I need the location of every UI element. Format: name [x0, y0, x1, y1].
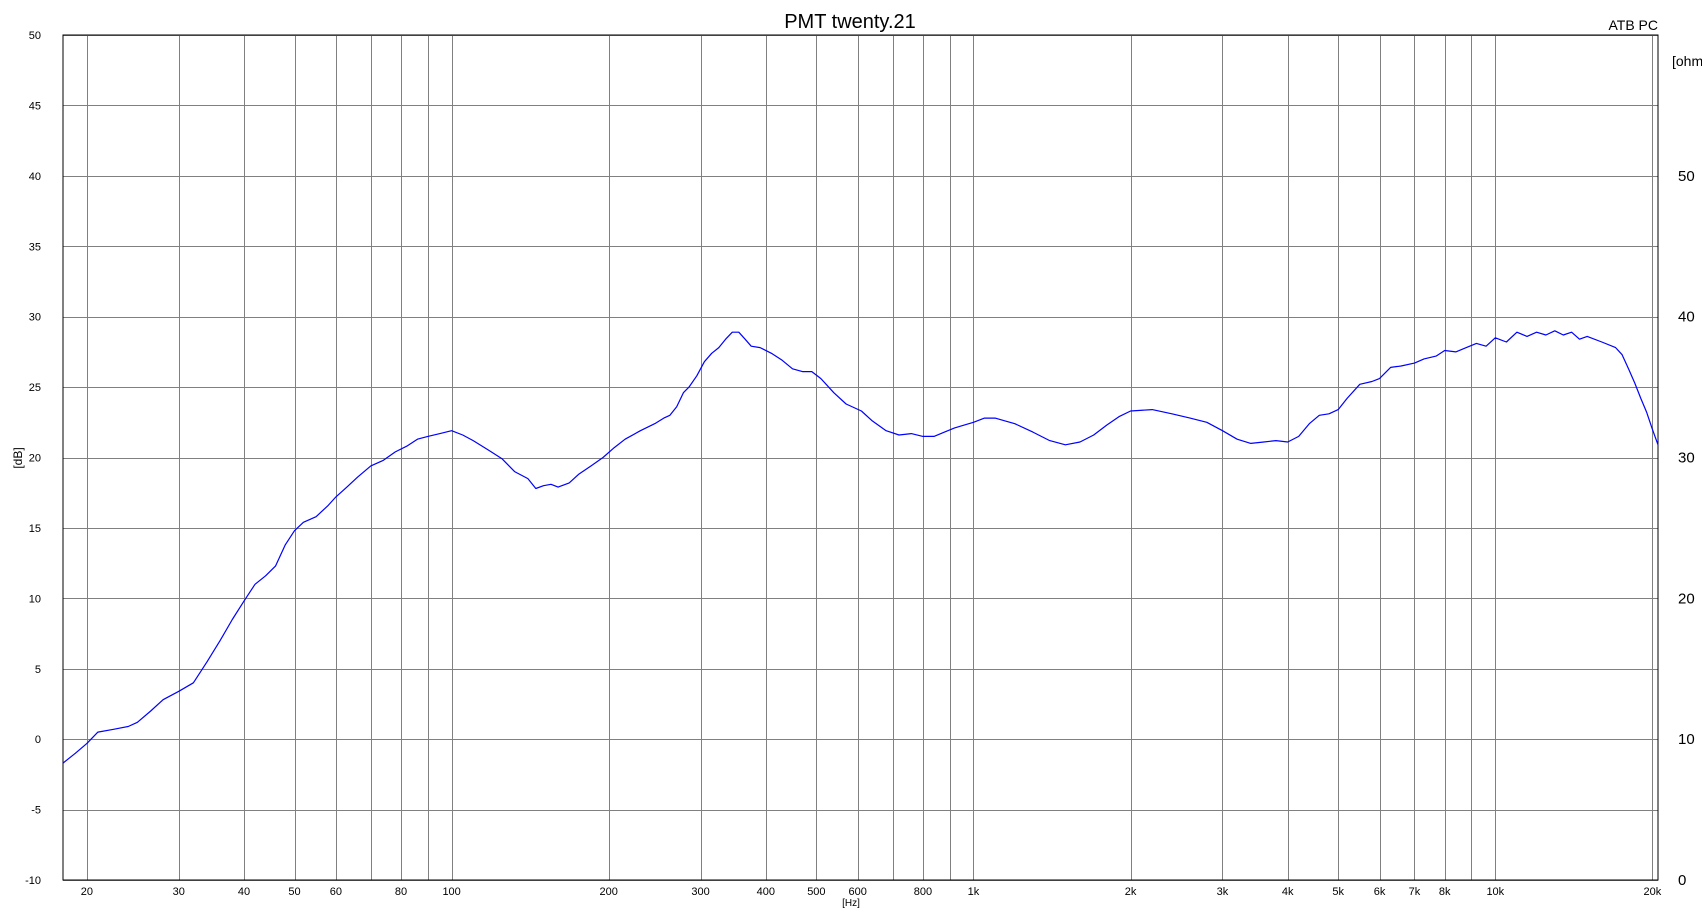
x-tick-label: 80: [395, 886, 407, 898]
y-tick-label: 30: [29, 312, 41, 324]
y2-tick-label: 10: [1678, 731, 1695, 748]
x-tick-label: 1k: [968, 886, 980, 898]
y-gridlines: [63, 35, 1658, 881]
x-tick-label: 60: [330, 886, 342, 898]
y-tick-label: 20: [29, 453, 41, 465]
x-tick-label: 10k: [1486, 886, 1504, 898]
corner-label: ATB PC: [1608, 17, 1658, 33]
x-tick-label: 30: [173, 886, 185, 898]
chart-title: PMT twenty.21: [784, 11, 916, 33]
x-tick-label: 20k: [1644, 886, 1662, 898]
response-curve: [62, 330, 1659, 764]
y2-tick-label: 40: [1678, 309, 1695, 326]
x-tick-label: 50: [288, 886, 300, 898]
y-tick-label: 40: [29, 171, 41, 183]
y-tick-label: 5: [35, 664, 41, 676]
x-tick-label: 3k: [1217, 886, 1229, 898]
y-tick-label: 25: [29, 382, 41, 394]
y-tick-label: 0: [35, 734, 41, 746]
y2-tick-label: 50: [1678, 168, 1695, 185]
series-layer: [62, 330, 1659, 764]
x-tick-label: 6k: [1374, 886, 1386, 898]
x-tick-label: 4k: [1282, 886, 1294, 898]
y2-tick-label: 30: [1678, 450, 1695, 467]
x-tick-label: 20: [81, 886, 93, 898]
x-tick-label: 400: [757, 886, 775, 898]
x-tick-label: 7k: [1409, 886, 1421, 898]
x-tick-label: 500: [807, 886, 825, 898]
y-tick-labels: 50454035302520151050-5-10: [25, 30, 41, 887]
x-axis-label: [Hz]: [842, 898, 860, 909]
x-tick-label: 300: [691, 886, 709, 898]
y-tick-label: 10: [29, 593, 41, 605]
x-tick-label: 100: [442, 886, 460, 898]
x-tick-label: 8k: [1439, 886, 1451, 898]
y2-tick-label: 20: [1678, 590, 1695, 607]
x-tick-label: 200: [600, 886, 618, 898]
y-tick-label: -10: [25, 875, 41, 887]
plot-frame: [62, 34, 1659, 881]
x-tick-label: 40: [238, 886, 250, 898]
frequency-response-chart: 20 30 40 50 60 80 100 200 300 400 500 600 800 1k 2k 3k 4…: [11, 11, 1702, 909]
x-tick-label: 600: [849, 886, 867, 898]
y2-tick-labels: 50 40 30 20 10 0: [1678, 168, 1695, 889]
y-tick-label: 35: [29, 241, 41, 253]
y-tick-label: -5: [31, 805, 41, 817]
x-tick-labels: 20 30 40 50 60 80 100 200 300 400 500 600 800 1k 2k 3k 4…: [81, 886, 1662, 898]
y-tick-label: 50: [29, 30, 41, 42]
y-tick-label: 15: [29, 523, 41, 535]
y2-axis-label: [ohm]: [1672, 53, 1702, 69]
x-tick-label: 5k: [1332, 886, 1344, 898]
y-tick-label: 45: [29, 100, 41, 112]
x-tick-label: 800: [914, 886, 932, 898]
x-tick-label: 2k: [1125, 886, 1137, 898]
x-gridlines: [87, 35, 1653, 880]
y-axis-label: [dB]: [11, 447, 25, 468]
y2-tick-label: 0: [1678, 872, 1686, 889]
